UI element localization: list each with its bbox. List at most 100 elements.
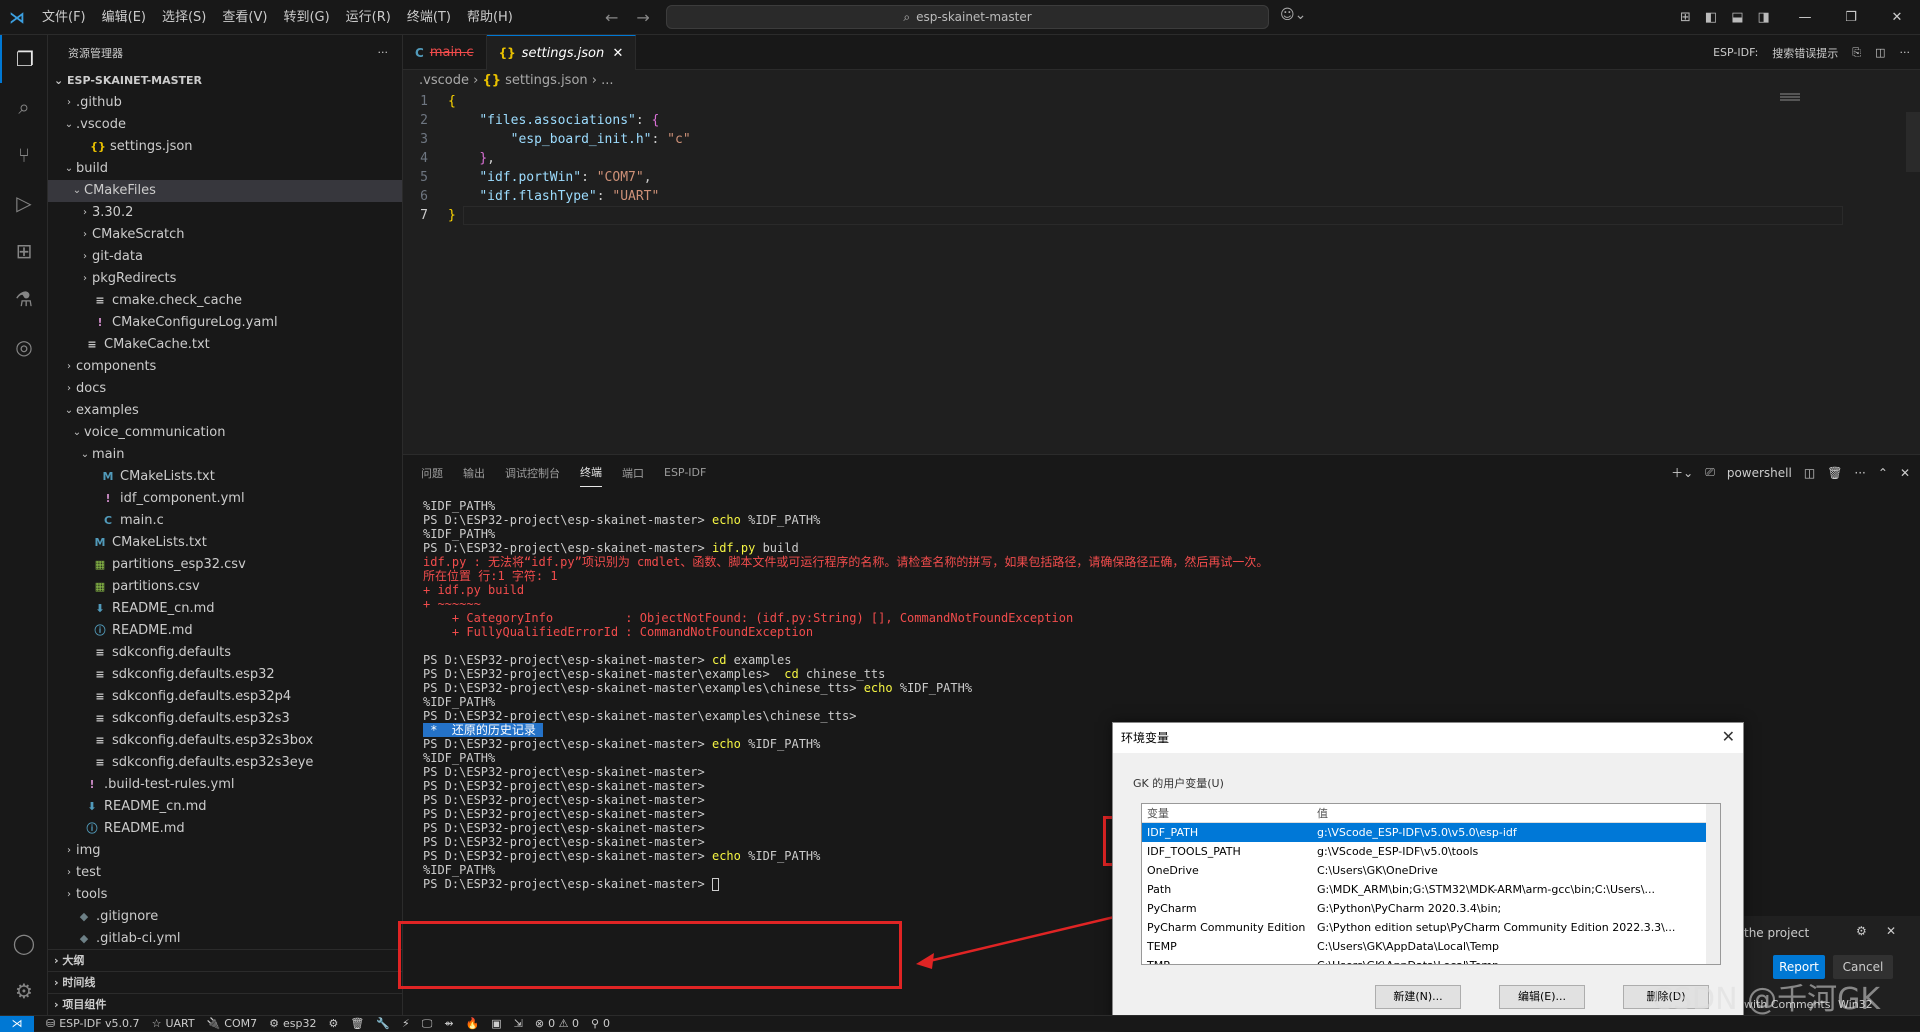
edit-button[interactable]: 编辑(E)... <box>1499 985 1585 1009</box>
tree-item[interactable]: ⌄ CMakeFiles <box>48 180 402 202</box>
tree-item[interactable]: ! idf_component.yml <box>48 488 402 510</box>
dialog-close-icon[interactable]: ✕ <box>1722 727 1735 746</box>
tree-item[interactable]: ⌄ build <box>48 158 402 180</box>
status-item[interactable]: 🔥 <box>466 1017 480 1031</box>
tree-item[interactable]: ⓘ README.md <box>48 818 402 840</box>
env-var-row[interactable]: IDF_PATH g:\VScode_ESP-IDF\v5.0\v5.0\esp-… <box>1142 823 1720 842</box>
toggle-panel-icon[interactable]: ⬓ <box>1731 10 1743 25</box>
more-actions-icon[interactable]: ··· <box>378 46 389 59</box>
status-item[interactable]: ⚙ esp32 <box>269 1017 316 1031</box>
tree-item[interactable]: ≡ CMakeCache.txt <box>48 334 402 356</box>
new-button[interactable]: 新建(N)... <box>1375 985 1461 1009</box>
panel-tab[interactable]: 问题 <box>421 459 443 487</box>
status-item[interactable]: ☆ UART <box>152 1017 195 1031</box>
close-tab-icon[interactable]: ✕ <box>604 46 623 61</box>
tree-item[interactable]: ⌄ examples <box>48 400 402 422</box>
env-var-row[interactable]: OneDrive C:\Users\GK\OneDrive <box>1142 861 1720 880</box>
status-item[interactable]: ⇴ <box>444 1017 453 1031</box>
panel-tab[interactable]: 端口 <box>622 459 644 487</box>
tree-item[interactable]: › git-data <box>48 246 402 268</box>
tree-item[interactable]: ⌄ voice_communication <box>48 422 402 444</box>
new-terminal-icon[interactable]: ＋⌄ <box>1671 464 1693 481</box>
menu-item[interactable]: 编辑(E) <box>94 0 154 35</box>
tree-item[interactable]: › img <box>48 840 402 862</box>
menu-item[interactable]: 查看(V) <box>214 0 275 35</box>
editor-more-icon[interactable]: ··· <box>1900 46 1911 59</box>
tree-item[interactable]: › docs <box>48 378 402 400</box>
status-item[interactable]: ⚡ <box>402 1017 410 1031</box>
menu-item[interactable]: 运行(R) <box>338 0 399 35</box>
env-var-row[interactable]: TEMP C:\Users\GK\AppData\Local\Temp <box>1142 937 1720 956</box>
status-item[interactable]: 🔧 <box>376 1017 390 1031</box>
source-control-icon[interactable]: ⑂ <box>0 131 48 179</box>
tree-item[interactable]: ◆ .gitlab-ci.yml <box>48 928 402 950</box>
tree-item[interactable]: M CMakeLists.txt <box>48 532 402 554</box>
esp-idf-icon[interactable]: ◎ <box>0 323 48 371</box>
back-arrow-icon[interactable]: ← <box>605 8 618 27</box>
menu-item[interactable]: 转到(G) <box>275 0 337 35</box>
tree-item[interactable]: › .github <box>48 92 402 114</box>
maximize-panel-icon[interactable]: ⌃ <box>1878 466 1888 480</box>
menu-item[interactable]: 终端(T) <box>399 0 459 35</box>
tree-item[interactable]: › CMakeScratch <box>48 224 402 246</box>
restore-icon[interactable]: ❐ <box>1828 0 1874 35</box>
tree-item[interactable]: › test <box>48 862 402 884</box>
tree-item[interactable]: ⬇ README_cn.md <box>48 796 402 818</box>
breadcrumb-folder[interactable]: .vscode <box>419 73 469 88</box>
tree-item[interactable]: ▦ partitions.csv <box>48 576 402 598</box>
toggle-sidebar-icon[interactable]: ◧ <box>1705 10 1717 25</box>
tree-item[interactable]: ⓘ README.md <box>48 620 402 642</box>
tree-item[interactable]: ≡ cmake.check_cache <box>48 290 402 312</box>
search-view-icon[interactable]: ⌕ <box>0 83 48 131</box>
tree-item[interactable]: ≡ sdkconfig.defaults.esp32 <box>48 664 402 686</box>
split-terminal-icon[interactable]: ◫ <box>1804 466 1815 480</box>
minimap[interactable] <box>1780 92 1810 106</box>
open-settings-icon[interactable]: ⎘ <box>1852 46 1861 60</box>
copilot-icon[interactable]: ☺⌄ <box>1280 7 1306 23</box>
env-var-row[interactable]: TMPC:\Users\GK\AppData\Local\Temp <box>1142 956 1720 964</box>
tree-item[interactable]: ▦ partitions_esp32.csv <box>48 554 402 576</box>
tree-item[interactable]: › tools <box>48 884 402 906</box>
workspace-root[interactable]: ⌄ ESP-SKAINET-MASTER <box>48 70 402 92</box>
status-item[interactable]: ⇲ <box>514 1017 523 1031</box>
menu-item[interactable]: 文件(F) <box>34 0 94 35</box>
terminal-shell-label[interactable]: powershell <box>1727 466 1792 480</box>
sidebar-section[interactable]: › 大纲 <box>48 949 402 971</box>
kill-terminal-icon[interactable]: 🗑 <box>1827 466 1842 480</box>
toggle-secondary-sidebar-icon[interactable]: ◨ <box>1758 10 1770 25</box>
breadcrumb-file[interactable]: settings.json <box>505 73 588 88</box>
status-item[interactable]: ⚲ 0 <box>591 1017 610 1031</box>
tree-item[interactable]: ≡ sdkconfig.defaults.esp32s3eye <box>48 752 402 774</box>
status-item[interactable]: ⊗ 0 ⚠ 0 <box>535 1017 579 1031</box>
status-item[interactable]: ⛁ ESP-IDF v5.0.7 <box>46 1017 140 1031</box>
tree-item[interactable]: ⬇ README_cn.md <box>48 598 402 620</box>
panel-more-icon[interactable]: ··· <box>1854 466 1865 480</box>
notification-gear-icon[interactable]: ⚙ <box>1856 924 1867 938</box>
split-editor-icon[interactable]: ◫ <box>1875 46 1885 59</box>
accounts-icon[interactable]: ◯ <box>0 919 48 967</box>
tree-item[interactable]: ⌄ main <box>48 444 402 466</box>
env-var-row[interactable]: IDF_TOOLS_PATH g:\VScode_ESP-IDF\v5.0\too… <box>1142 842 1720 861</box>
tree-item[interactable]: ! .build-test-rules.yml <box>48 774 402 796</box>
command-center-search[interactable]: ⌕ esp-skainet-master <box>666 5 1269 29</box>
status-item[interactable]: 🔌 COM7 <box>207 1017 258 1031</box>
menu-item[interactable]: 帮助(H) <box>459 0 521 35</box>
panel-tab[interactable]: ESP-IDF <box>664 460 706 485</box>
forward-arrow-icon[interactable]: → <box>636 8 649 27</box>
settings-gear-icon[interactable]: ⚙ <box>0 967 48 1015</box>
tree-item[interactable]: ≡ sdkconfig.defaults <box>48 642 402 664</box>
run-debug-icon[interactable]: ▷ <box>0 179 48 227</box>
env-var-row[interactable]: PyCharm Community Edition G:\Python editi… <box>1142 918 1720 937</box>
status-item[interactable]: ⚙ <box>328 1017 338 1031</box>
search-error-hint-button[interactable]: 搜索错误提示 <box>1772 45 1838 61</box>
customize-layout-icon[interactable]: ⊞ <box>1680 10 1691 25</box>
status-item[interactable]: ▣ <box>491 1017 501 1031</box>
extensions-icon[interactable]: ⊞ <box>0 227 48 275</box>
tree-item[interactable]: ≡ sdkconfig.defaults.esp32s3 <box>48 708 402 730</box>
status-item[interactable]: 🗑 <box>350 1017 364 1031</box>
tree-item[interactable]: ⌄ .vscode <box>48 114 402 136</box>
panel-tab[interactable]: 调试控制台 <box>505 459 560 487</box>
env-var-row[interactable]: Path G:\MDK_ARM\bin;G:\STM32\MDK-ARM\arm-… <box>1142 880 1720 899</box>
env-var-row[interactable]: PyCharm G:\Python\PyCharm 2020.3.4\bin; <box>1142 899 1720 918</box>
close-window-icon[interactable]: ✕ <box>1874 0 1920 35</box>
